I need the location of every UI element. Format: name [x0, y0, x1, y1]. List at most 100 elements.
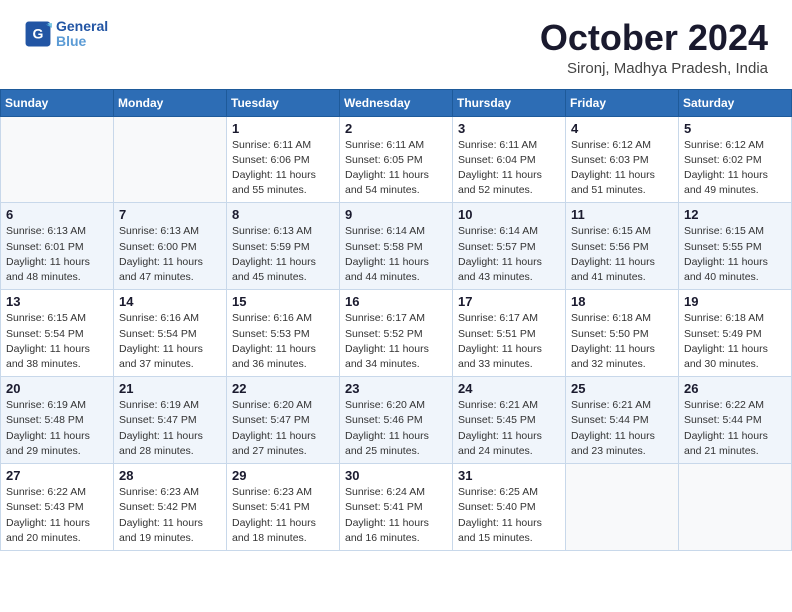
- weekday-header: Thursday: [453, 89, 566, 116]
- day-info: Sunrise: 6:15 AMSunset: 5:55 PMDaylight:…: [684, 224, 786, 285]
- calendar-week-row: 1 Sunrise: 6:11 AMSunset: 6:06 PMDayligh…: [1, 116, 792, 203]
- calendar-cell: [114, 116, 227, 203]
- logo: G General Blue: [24, 18, 108, 50]
- day-number: 15: [232, 294, 334, 309]
- day-info: Sunrise: 6:17 AMSunset: 5:51 PMDaylight:…: [458, 311, 560, 372]
- day-number: 16: [345, 294, 447, 309]
- calendar-cell: 31 Sunrise: 6:25 AMSunset: 5:40 PMDaylig…: [453, 464, 566, 551]
- day-info: Sunrise: 6:13 AMSunset: 5:59 PMDaylight:…: [232, 224, 334, 285]
- day-info: Sunrise: 6:11 AMSunset: 6:05 PMDaylight:…: [345, 138, 447, 199]
- calendar-week-row: 27 Sunrise: 6:22 AMSunset: 5:43 PMDaylig…: [1, 464, 792, 551]
- day-info: Sunrise: 6:15 AMSunset: 5:54 PMDaylight:…: [6, 311, 108, 372]
- weekday-header: Sunday: [1, 89, 114, 116]
- weekday-header: Wednesday: [340, 89, 453, 116]
- day-info: Sunrise: 6:12 AMSunset: 6:03 PMDaylight:…: [571, 138, 673, 199]
- calendar-table: SundayMondayTuesdayWednesdayThursdayFrid…: [0, 89, 792, 551]
- day-info: Sunrise: 6:12 AMSunset: 6:02 PMDaylight:…: [684, 138, 786, 199]
- calendar-cell: 14 Sunrise: 6:16 AMSunset: 5:54 PMDaylig…: [114, 290, 227, 377]
- weekday-header: Monday: [114, 89, 227, 116]
- day-number: 19: [684, 294, 786, 309]
- calendar-cell: [566, 464, 679, 551]
- day-info: Sunrise: 6:19 AMSunset: 5:47 PMDaylight:…: [119, 398, 221, 459]
- day-number: 30: [345, 468, 447, 483]
- day-number: 6: [6, 207, 108, 222]
- day-info: Sunrise: 6:22 AMSunset: 5:43 PMDaylight:…: [6, 485, 108, 546]
- weekday-header-row: SundayMondayTuesdayWednesdayThursdayFrid…: [1, 89, 792, 116]
- calendar-week-row: 6 Sunrise: 6:13 AMSunset: 6:01 PMDayligh…: [1, 203, 792, 290]
- calendar-cell: [1, 116, 114, 203]
- day-number: 3: [458, 121, 560, 136]
- day-info: Sunrise: 6:23 AMSunset: 5:42 PMDaylight:…: [119, 485, 221, 546]
- calendar-cell: 3 Sunrise: 6:11 AMSunset: 6:04 PMDayligh…: [453, 116, 566, 203]
- day-info: Sunrise: 6:15 AMSunset: 5:56 PMDaylight:…: [571, 224, 673, 285]
- day-number: 23: [345, 381, 447, 396]
- day-number: 7: [119, 207, 221, 222]
- calendar-cell: 5 Sunrise: 6:12 AMSunset: 6:02 PMDayligh…: [679, 116, 792, 203]
- day-info: Sunrise: 6:25 AMSunset: 5:40 PMDaylight:…: [458, 485, 560, 546]
- day-info: Sunrise: 6:21 AMSunset: 5:45 PMDaylight:…: [458, 398, 560, 459]
- calendar-cell: 29 Sunrise: 6:23 AMSunset: 5:41 PMDaylig…: [227, 464, 340, 551]
- calendar-cell: 26 Sunrise: 6:22 AMSunset: 5:44 PMDaylig…: [679, 377, 792, 464]
- day-number: 29: [232, 468, 334, 483]
- calendar-cell: 23 Sunrise: 6:20 AMSunset: 5:46 PMDaylig…: [340, 377, 453, 464]
- day-info: Sunrise: 6:19 AMSunset: 5:48 PMDaylight:…: [6, 398, 108, 459]
- day-number: 31: [458, 468, 560, 483]
- day-number: 22: [232, 381, 334, 396]
- day-info: Sunrise: 6:14 AMSunset: 5:58 PMDaylight:…: [345, 224, 447, 285]
- calendar-cell: 13 Sunrise: 6:15 AMSunset: 5:54 PMDaylig…: [1, 290, 114, 377]
- day-info: Sunrise: 6:17 AMSunset: 5:52 PMDaylight:…: [345, 311, 447, 372]
- day-info: Sunrise: 6:11 AMSunset: 6:06 PMDaylight:…: [232, 138, 334, 199]
- day-info: Sunrise: 6:11 AMSunset: 6:04 PMDaylight:…: [458, 138, 560, 199]
- calendar-cell: 22 Sunrise: 6:20 AMSunset: 5:47 PMDaylig…: [227, 377, 340, 464]
- day-number: 26: [684, 381, 786, 396]
- day-info: Sunrise: 6:13 AMSunset: 6:01 PMDaylight:…: [6, 224, 108, 285]
- calendar-cell: 8 Sunrise: 6:13 AMSunset: 5:59 PMDayligh…: [227, 203, 340, 290]
- day-number: 1: [232, 121, 334, 136]
- calendar-cell: 21 Sunrise: 6:19 AMSunset: 5:47 PMDaylig…: [114, 377, 227, 464]
- day-info: Sunrise: 6:20 AMSunset: 5:47 PMDaylight:…: [232, 398, 334, 459]
- calendar-cell: 24 Sunrise: 6:21 AMSunset: 5:45 PMDaylig…: [453, 377, 566, 464]
- day-info: Sunrise: 6:20 AMSunset: 5:46 PMDaylight:…: [345, 398, 447, 459]
- day-info: Sunrise: 6:23 AMSunset: 5:41 PMDaylight:…: [232, 485, 334, 546]
- calendar-cell: [679, 464, 792, 551]
- weekday-header: Saturday: [679, 89, 792, 116]
- day-number: 5: [684, 121, 786, 136]
- logo-icon: G: [24, 20, 52, 48]
- calendar-title: October 2024: [540, 18, 768, 58]
- calendar-cell: 16 Sunrise: 6:17 AMSunset: 5:52 PMDaylig…: [340, 290, 453, 377]
- calendar-cell: 18 Sunrise: 6:18 AMSunset: 5:50 PMDaylig…: [566, 290, 679, 377]
- day-number: 4: [571, 121, 673, 136]
- calendar-cell: 1 Sunrise: 6:11 AMSunset: 6:06 PMDayligh…: [227, 116, 340, 203]
- day-number: 17: [458, 294, 560, 309]
- day-number: 10: [458, 207, 560, 222]
- day-info: Sunrise: 6:18 AMSunset: 5:50 PMDaylight:…: [571, 311, 673, 372]
- calendar-cell: 28 Sunrise: 6:23 AMSunset: 5:42 PMDaylig…: [114, 464, 227, 551]
- day-number: 18: [571, 294, 673, 309]
- day-info: Sunrise: 6:16 AMSunset: 5:53 PMDaylight:…: [232, 311, 334, 372]
- day-number: 12: [684, 207, 786, 222]
- day-number: 28: [119, 468, 221, 483]
- day-info: Sunrise: 6:21 AMSunset: 5:44 PMDaylight:…: [571, 398, 673, 459]
- logo-text-blue: Blue: [56, 33, 108, 50]
- calendar-cell: 30 Sunrise: 6:24 AMSunset: 5:41 PMDaylig…: [340, 464, 453, 551]
- day-number: 27: [6, 468, 108, 483]
- day-info: Sunrise: 6:14 AMSunset: 5:57 PMDaylight:…: [458, 224, 560, 285]
- day-number: 21: [119, 381, 221, 396]
- calendar-cell: 17 Sunrise: 6:17 AMSunset: 5:51 PMDaylig…: [453, 290, 566, 377]
- calendar-cell: 15 Sunrise: 6:16 AMSunset: 5:53 PMDaylig…: [227, 290, 340, 377]
- calendar-week-row: 20 Sunrise: 6:19 AMSunset: 5:48 PMDaylig…: [1, 377, 792, 464]
- calendar-cell: 19 Sunrise: 6:18 AMSunset: 5:49 PMDaylig…: [679, 290, 792, 377]
- day-number: 25: [571, 381, 673, 396]
- day-number: 8: [232, 207, 334, 222]
- day-info: Sunrise: 6:18 AMSunset: 5:49 PMDaylight:…: [684, 311, 786, 372]
- calendar-week-row: 13 Sunrise: 6:15 AMSunset: 5:54 PMDaylig…: [1, 290, 792, 377]
- calendar-cell: 27 Sunrise: 6:22 AMSunset: 5:43 PMDaylig…: [1, 464, 114, 551]
- calendar-cell: 11 Sunrise: 6:15 AMSunset: 5:56 PMDaylig…: [566, 203, 679, 290]
- day-number: 2: [345, 121, 447, 136]
- calendar-location: Sironj, Madhya Pradesh, India: [540, 60, 768, 77]
- svg-text:G: G: [33, 25, 44, 41]
- day-info: Sunrise: 6:22 AMSunset: 5:44 PMDaylight:…: [684, 398, 786, 459]
- calendar-cell: 12 Sunrise: 6:15 AMSunset: 5:55 PMDaylig…: [679, 203, 792, 290]
- day-number: 20: [6, 381, 108, 396]
- day-info: Sunrise: 6:24 AMSunset: 5:41 PMDaylight:…: [345, 485, 447, 546]
